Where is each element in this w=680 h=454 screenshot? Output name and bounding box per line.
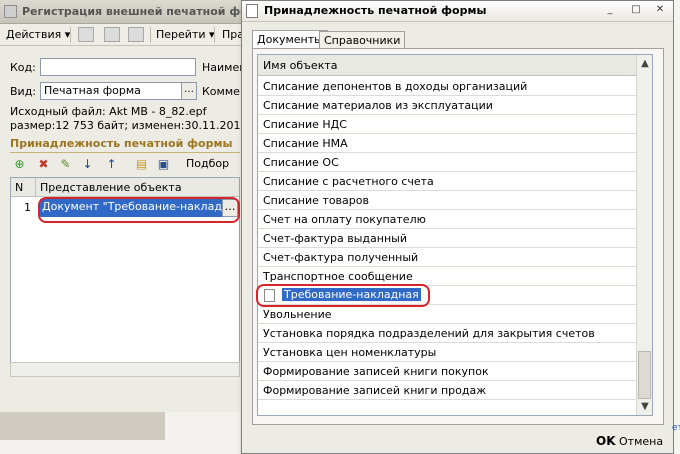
- right-edge-link[interactable]: ет: [672, 423, 680, 433]
- dialog-footer: OK Отмена: [242, 431, 673, 453]
- kind-label: Вид:: [10, 85, 37, 98]
- list-item[interactable]: Установка цен номенклатуры: [258, 343, 636, 362]
- goto-menu[interactable]: Перейти ▾: [156, 28, 215, 41]
- list-item[interactable]: Формирование записей книги продаж: [258, 381, 636, 400]
- list-item-label: Списание НДС: [263, 118, 347, 131]
- list-item[interactable]: Списание товаров: [258, 191, 636, 210]
- size-info-text: размер:12 753 байт; изменен:30.11.2010 1…: [10, 119, 276, 132]
- kind-select-button[interactable]: …: [181, 82, 197, 100]
- tab-references[interactable]: Справочники: [319, 31, 406, 49]
- background-bottom-area: [0, 412, 240, 454]
- grid-horizontal-scrollbar[interactable]: [10, 362, 240, 377]
- list-item-label: Установка порядка подразделений для закр…: [263, 327, 595, 340]
- list-item[interactable]: Транспортное сообщение: [258, 267, 636, 286]
- section-title: Принадлежность печатной формы: [10, 137, 233, 150]
- grid-header-n[interactable]: N: [15, 181, 23, 194]
- code-field[interactable]: [40, 58, 196, 76]
- list-item[interactable]: Списание НДС: [258, 115, 636, 134]
- column-separator: [35, 178, 36, 197]
- sort-asc-icon[interactable]: ↓: [80, 157, 95, 172]
- list-item[interactable]: Счет на оплату покупателю: [258, 210, 636, 229]
- refresh-icon[interactable]: [128, 27, 144, 42]
- row-select-button[interactable]: …: [222, 199, 238, 217]
- background-bottom-gray: [0, 412, 165, 440]
- list-item-label: Списание материалов из эксплуатации: [263, 99, 493, 112]
- source-file-text: Исходный файл: Akt MB - 8_82.epf: [10, 105, 207, 118]
- row-number: 1: [24, 201, 31, 214]
- minimize-icon[interactable]: _: [602, 4, 618, 18]
- list-item-label: Списание депонентов в доходы организаций: [263, 80, 528, 93]
- grid-toolbar: ⊕ ✖ ✎ ↓ ↑ ▤ ▣ Подбор: [10, 154, 240, 174]
- edit-icon[interactable]: ✎: [58, 157, 73, 172]
- scroll-down-icon[interactable]: ▼: [637, 399, 652, 415]
- list-item[interactable]: Счет-фактура полученный: [258, 248, 636, 267]
- list-header[interactable]: Имя объекта: [258, 55, 636, 76]
- ok-button[interactable]: OK: [596, 434, 616, 448]
- dialog-titlebar: Принадлежность печатной формы _ □ ✕: [242, 1, 673, 22]
- grid-header-representation[interactable]: Представление объекта: [40, 181, 182, 194]
- background-window-title: Регистрация внешней печатной фо: [22, 5, 248, 18]
- toolbar-separator: [214, 27, 215, 43]
- table-row[interactable]: 1 Документ "Требование-накладная" …: [11, 199, 239, 217]
- list-item-label: Списание товаров: [263, 194, 369, 207]
- tab-documents[interactable]: Документы: [252, 30, 328, 49]
- list-item-label: Списание НМА: [263, 137, 348, 150]
- delete-icon[interactable]: ✖: [36, 157, 51, 172]
- add-icon[interactable]: ⊕: [12, 157, 27, 172]
- actions-menu[interactable]: Действия ▾: [6, 28, 70, 41]
- toolbar-button-2-icon[interactable]: [104, 27, 120, 42]
- list-item-label: Счет на оплату покупателю: [263, 213, 426, 226]
- code-label: Код:: [10, 61, 36, 74]
- scroll-thumb[interactable]: [638, 351, 651, 399]
- list-item[interactable]: Списание материалов из эксплуатации: [258, 96, 636, 115]
- list-item[interactable]: Списание ОС: [258, 153, 636, 172]
- objects-list: Имя объекта Списание депонентов в доходы…: [257, 54, 653, 416]
- list-item-label: Счет-фактура полученный: [263, 251, 419, 264]
- select-button[interactable]: Подбор: [186, 157, 229, 170]
- folder-icon[interactable]: ▤: [134, 157, 149, 172]
- right-edge-window: ет: [672, 0, 680, 454]
- list-item[interactable]: Увольнение: [258, 305, 636, 324]
- list-item-label: Формирование записей книги покупок: [263, 365, 489, 378]
- document-icon: [264, 289, 275, 302]
- list-item-label: Формирование записей книги продаж: [263, 384, 487, 397]
- list-item-label: Списание ОС: [263, 156, 339, 169]
- toolbar-separator: [70, 27, 71, 43]
- list-item[interactable]: Списание депонентов в доходы организаций: [258, 77, 636, 96]
- objects-grid: N Представление объекта 1 Документ "Треб…: [10, 177, 240, 377]
- ownership-dialog: Принадлежность печатной формы _ □ ✕ Доку…: [241, 0, 674, 454]
- grid-header: N Представление объекта: [11, 178, 239, 197]
- list-item-label: Транспортное сообщение: [263, 270, 413, 283]
- list-item[interactable]: Требование-накладная: [258, 286, 636, 305]
- kind-field[interactable]: Печатная форма: [40, 82, 182, 100]
- list-item-label: Увольнение: [263, 308, 332, 321]
- list-header-label: Имя объекта: [263, 59, 338, 72]
- save-icon[interactable]: ▣: [156, 157, 171, 172]
- list-item[interactable]: Счет-фактура выданный: [258, 229, 636, 248]
- sort-desc-icon[interactable]: ↑: [104, 157, 119, 172]
- close-icon[interactable]: ✕: [652, 4, 668, 18]
- list-item-label: Установка цен номенклатуры: [263, 346, 437, 359]
- list-vertical-scrollbar[interactable]: ▲ ▼: [636, 55, 652, 415]
- comment-label: Комме: [202, 85, 240, 98]
- dialog-title: Принадлежность печатной формы: [264, 4, 487, 17]
- section-divider: [10, 152, 240, 153]
- list-item-label: Списание с расчетного счета: [263, 175, 434, 188]
- list-item[interactable]: Списание НМА: [258, 134, 636, 153]
- toolbar-button-1-icon[interactable]: [78, 27, 94, 42]
- name-label: Наимен: [202, 61, 247, 74]
- list-item[interactable]: Списание с расчетного счета: [258, 172, 636, 191]
- row-value[interactable]: Документ "Требование-накладная": [40, 199, 222, 217]
- cancel-button[interactable]: Отмена: [619, 435, 663, 448]
- scroll-up-icon[interactable]: ▲: [637, 56, 652, 72]
- maximize-icon[interactable]: □: [628, 4, 644, 18]
- list-item-label: Требование-накладная: [282, 288, 421, 301]
- toolbar-separator: [150, 27, 151, 43]
- list-item-label: Счет-фактура выданный: [263, 232, 407, 245]
- list-item[interactable]: Установка порядка подразделений для закр…: [258, 324, 636, 343]
- list-item[interactable]: Формирование записей книги покупок: [258, 362, 636, 381]
- app-icon: [4, 5, 17, 18]
- document-icon: [246, 4, 258, 18]
